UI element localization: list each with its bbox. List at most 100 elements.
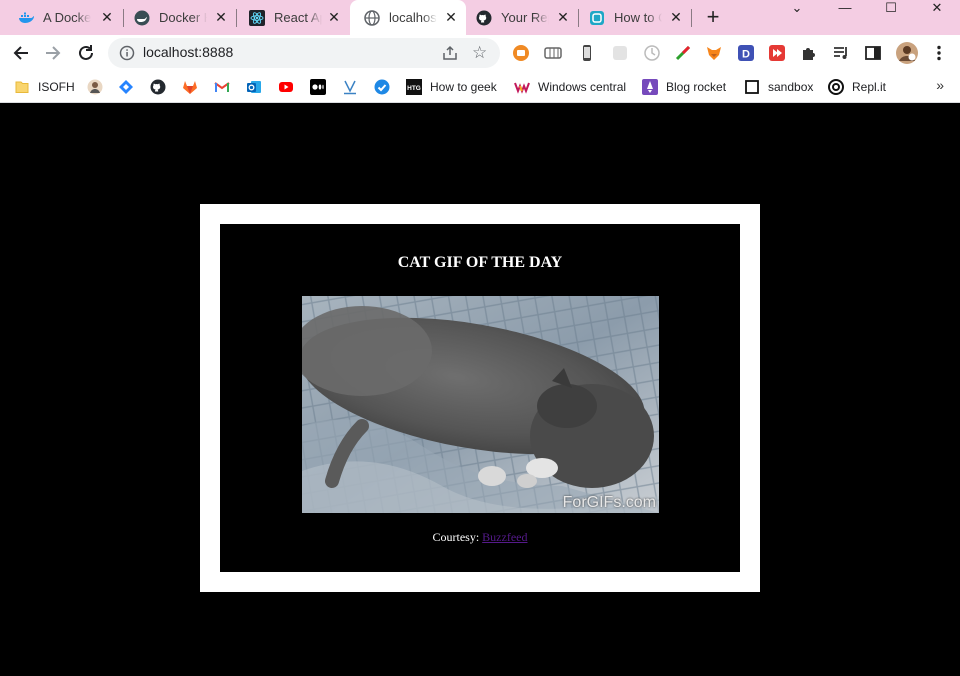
extensions-puzzle-icon[interactable] [800, 44, 818, 62]
reload-icon [79, 45, 93, 60]
extension-red-play-icon[interactable] [768, 44, 786, 62]
bookmark-github[interactable] [150, 78, 166, 96]
folder-icon [14, 79, 30, 95]
bookmark-label: How to geek [430, 80, 497, 94]
svg-text:D: D [742, 49, 750, 61]
tab-docker-article[interactable]: A Docker ✕ [0, 0, 122, 35]
bookmark-isofh[interactable]: ISOFH [14, 78, 75, 96]
bookmark-youtube[interactable] [278, 78, 294, 96]
tab-title: A Docker [43, 10, 91, 25]
new-tab-button[interactable]: + [702, 6, 724, 29]
bookmarks-bar: ISOFH HTG How to geek Windows central Bl… [0, 71, 960, 103]
close-tab-icon[interactable]: ✕ [669, 10, 683, 24]
bookmark-label: Blog rocket [666, 80, 727, 94]
back-button[interactable] [8, 40, 34, 66]
tab-docker-hub[interactable]: Docker H ✕ [124, 0, 236, 35]
bookmark-star-icon[interactable]: ☆ [472, 43, 487, 63]
docker-hub-icon [134, 10, 150, 26]
bookmark-sandbox[interactable]: sandbox [744, 78, 813, 96]
extension-grid-icon[interactable] [544, 44, 562, 62]
forward-arrow-icon [46, 46, 61, 60]
extension-timer-icon[interactable] [643, 44, 661, 62]
close-tab-icon[interactable]: ✕ [214, 10, 228, 24]
avatar-icon [87, 79, 103, 95]
close-tab-icon[interactable]: ✕ [327, 10, 341, 24]
bookmark-label: Windows central [538, 80, 627, 94]
tab-react-app[interactable]: React App ✕ [237, 0, 349, 35]
share-icon[interactable] [442, 45, 458, 66]
extension-orange-icon[interactable] [512, 44, 530, 62]
tab-title: React App [274, 10, 322, 25]
bookmark-outlook[interactable] [246, 78, 262, 96]
bookmark-blog-rocket[interactable]: Blog rocket [642, 78, 726, 96]
forward-button[interactable] [40, 40, 66, 66]
close-tab-icon[interactable]: ✕ [100, 10, 114, 24]
gmail-icon [214, 79, 230, 95]
bookmark-check[interactable] [374, 78, 390, 96]
address-text[interactable]: localhost:8888 [143, 44, 233, 60]
profile-avatar[interactable] [896, 42, 918, 64]
close-tab-icon[interactable]: ✕ [444, 10, 458, 24]
github-icon [476, 10, 492, 26]
outlook-icon [246, 79, 262, 95]
extension-feather-icon[interactable] [674, 44, 692, 62]
cat-gif-image: ForGIFs.com [302, 296, 659, 513]
medium-icon [310, 79, 326, 95]
globe-icon [364, 9, 380, 26]
react-icon [249, 9, 265, 26]
extension-faded-icon[interactable] [611, 44, 629, 62]
bookmark-gmail[interactable] [214, 78, 230, 96]
site-info-icon[interactable] [119, 45, 135, 66]
tab-localhost[interactable]: localhost ✕ [350, 0, 466, 35]
address-bar[interactable]: localhost:8888 ☆ [108, 38, 500, 68]
github-icon [150, 79, 166, 95]
check-circle-icon [374, 79, 390, 95]
more-bookmarks-chevron-icon[interactable]: » [936, 77, 944, 93]
tab-strip: A Docker ✕ Docker H ✕ React App ✕ localh… [0, 0, 960, 35]
replit-icon [828, 79, 844, 95]
bookmark-medium[interactable] [310, 78, 326, 96]
close-tab-icon[interactable]: ✕ [556, 10, 570, 24]
bookmark-label: sandbox [768, 80, 814, 94]
side-panel-icon[interactable] [864, 44, 882, 62]
minimize-button[interactable]: — [822, 0, 868, 18]
gif-watermark: ForGIFs.com [562, 494, 656, 511]
buzzfeed-link[interactable]: Buzzfeed [482, 530, 527, 544]
reading-list-icon[interactable] [832, 44, 850, 62]
bookmark-windows-central[interactable]: Windows central [514, 78, 626, 96]
youtube-icon [278, 79, 294, 95]
tab-how-to[interactable]: How to C ✕ [579, 0, 691, 35]
svg-text:HTG: HTG [407, 85, 421, 92]
docker-whale-icon [18, 10, 34, 26]
bookmark-replit[interactable]: Repl.it [828, 78, 886, 96]
bookmark-avatar[interactable] [87, 78, 103, 96]
reload-button[interactable] [73, 40, 99, 66]
htg-icon: HTG [406, 79, 422, 95]
metamask-fox-icon[interactable] [705, 44, 723, 62]
bookmark-label: Repl.it [852, 80, 887, 94]
tab-separator [691, 9, 692, 27]
sandbox-icon [744, 79, 760, 95]
page-title: CAT GIF OF THE DAY [397, 254, 563, 271]
windows-central-icon [514, 79, 530, 95]
courtesy-line: Courtesy: Buzzfeed [220, 530, 740, 545]
tab-title: How to C [614, 10, 662, 25]
bookmark-gitlab[interactable] [182, 78, 198, 96]
content-card: CAT GIF OF THE DAY ForGIFs.com Courtesy:… [220, 224, 740, 572]
rocket-icon [642, 79, 658, 95]
courtesy-label: Courtesy: [432, 530, 480, 544]
extension-d-icon[interactable]: D [737, 44, 755, 62]
gitlab-icon [182, 79, 198, 95]
back-arrow-icon [13, 46, 28, 60]
maximize-button[interactable]: ☐ [868, 0, 914, 18]
tab-search-chevron-icon[interactable]: ⌄ [774, 0, 820, 18]
toolbar: localhost:8888 ☆ D [0, 35, 960, 71]
extension-phone-icon[interactable] [578, 44, 596, 62]
tab-title: Your Rep [501, 10, 549, 25]
tab-github-repo[interactable]: Your Rep ✕ [466, 0, 578, 35]
bookmark-how-to-geek[interactable]: HTG How to geek [406, 78, 497, 96]
bookmark-v[interactable] [342, 78, 358, 96]
close-window-button[interactable]: ✕ [914, 0, 960, 18]
menu-kebab-icon[interactable] [930, 44, 948, 62]
bookmark-jira[interactable] [118, 78, 134, 96]
